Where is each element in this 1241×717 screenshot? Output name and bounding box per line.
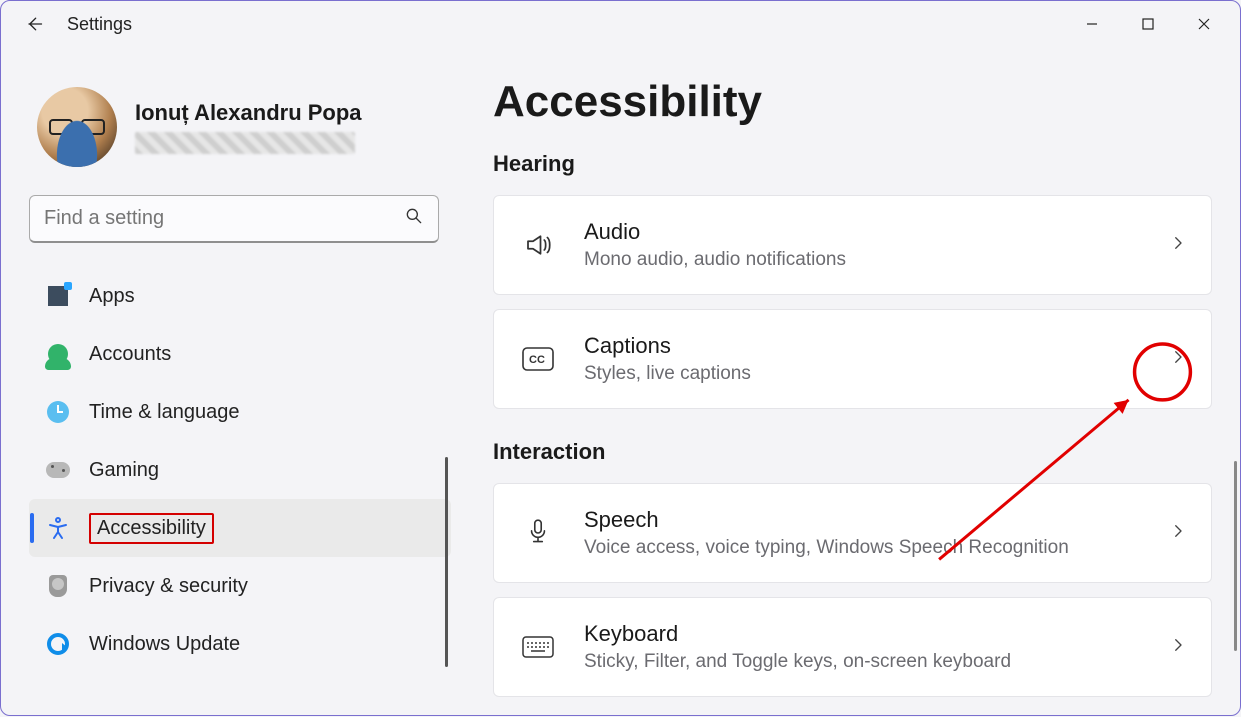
nav-list: Apps Accounts Time & language Gaming Acc… xyxy=(29,267,451,673)
captions-icon: CC xyxy=(518,347,558,371)
chevron-right-icon xyxy=(1169,348,1187,371)
accessibility-icon xyxy=(45,515,71,541)
card-audio[interactable]: Audio Mono audio, audio notifications xyxy=(493,195,1212,295)
card-subtitle: Voice access, voice typing, Windows Spee… xyxy=(584,537,1143,559)
sidebar-item-apps[interactable]: Apps xyxy=(29,267,451,325)
svg-text:CC: CC xyxy=(529,354,545,366)
sidebar-item-accounts[interactable]: Accounts xyxy=(29,325,451,383)
sidebar-item-label: Time & language xyxy=(89,401,239,423)
sidebar: Ionuț Alexandru Popa Apps Accounts Time … xyxy=(1,47,451,717)
avatar xyxy=(37,87,117,167)
card-title: Speech xyxy=(584,507,1143,533)
speaker-icon xyxy=(518,230,558,260)
card-captions[interactable]: CC Captions Styles, live captions xyxy=(493,309,1212,409)
card-subtitle: Styles, live captions xyxy=(584,363,1143,385)
search-box[interactable] xyxy=(29,195,439,243)
app-title: Settings xyxy=(67,14,132,35)
title-bar: Settings xyxy=(1,1,1240,47)
update-icon xyxy=(45,631,71,657)
group-title-hearing: Hearing xyxy=(493,151,1212,177)
main-panel: Accessibility Hearing Audio Mono audio, … xyxy=(451,47,1240,717)
window-controls xyxy=(1064,4,1232,44)
sidebar-item-label: Accounts xyxy=(89,343,171,365)
chevron-right-icon xyxy=(1169,636,1187,659)
sidebar-item-time-language[interactable]: Time & language xyxy=(29,383,451,441)
keyboard-icon xyxy=(518,636,558,658)
card-speech[interactable]: Speech Voice access, voice typing, Windo… xyxy=(493,483,1212,583)
page-title: Accessibility xyxy=(493,77,1212,127)
sidebar-item-label: Apps xyxy=(89,285,135,307)
sidebar-item-label: Accessibility xyxy=(97,517,206,539)
search-input[interactable] xyxy=(44,207,404,230)
card-subtitle: Mono audio, audio notifications xyxy=(584,249,1143,271)
sidebar-item-label: Windows Update xyxy=(89,633,240,655)
sidebar-item-label: Gaming xyxy=(89,459,159,481)
profile-name: Ionuț Alexandru Popa xyxy=(135,100,362,126)
chevron-right-icon xyxy=(1169,522,1187,545)
profile-block[interactable]: Ionuț Alexandru Popa xyxy=(37,87,451,167)
maximize-button[interactable] xyxy=(1120,4,1176,44)
chevron-right-icon xyxy=(1169,234,1187,257)
card-title: Captions xyxy=(584,333,1143,359)
minimize-button[interactable] xyxy=(1064,4,1120,44)
close-button[interactable] xyxy=(1176,4,1232,44)
sidebar-item-privacy-security[interactable]: Privacy & security xyxy=(29,557,451,615)
scrollbar-thumb[interactable] xyxy=(1234,461,1237,651)
apps-icon xyxy=(45,283,71,309)
sidebar-item-label: Privacy & security xyxy=(89,575,248,597)
search-icon xyxy=(404,206,424,231)
group-title-interaction: Interaction xyxy=(493,439,1212,465)
sidebar-item-accessibility[interactable]: Accessibility xyxy=(29,499,451,557)
sidebar-item-gaming[interactable]: Gaming xyxy=(29,441,451,499)
card-subtitle: Sticky, Filter, and Toggle keys, on-scre… xyxy=(584,651,1143,673)
accounts-icon xyxy=(45,341,71,367)
back-button[interactable] xyxy=(19,9,49,39)
card-title: Keyboard xyxy=(584,621,1143,647)
sidebar-item-windows-update[interactable]: Windows Update xyxy=(29,615,451,673)
microphone-icon xyxy=(518,518,558,548)
clock-icon xyxy=(45,399,71,425)
shield-icon xyxy=(45,573,71,599)
gamepad-icon xyxy=(45,457,71,483)
profile-email-redacted xyxy=(135,132,355,154)
card-title: Audio xyxy=(584,219,1143,245)
card-keyboard[interactable]: Keyboard Sticky, Filter, and Toggle keys… xyxy=(493,597,1212,697)
